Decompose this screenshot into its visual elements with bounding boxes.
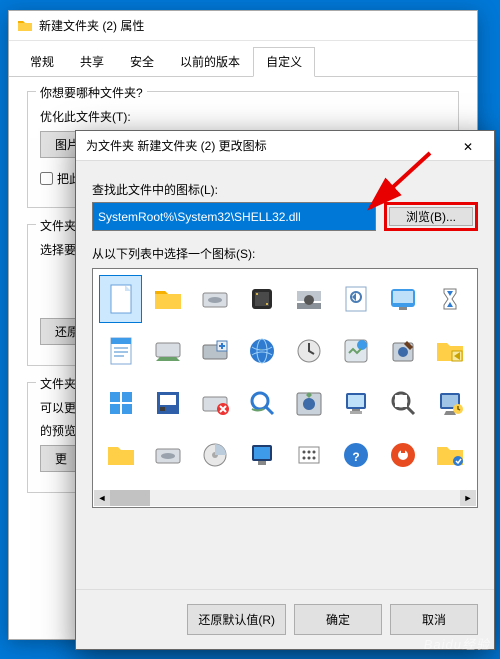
svg-text:?: ? [352, 450, 359, 464]
icon-item[interactable] [146, 379, 189, 427]
icon-item[interactable] [193, 431, 236, 479]
properties-title: 新建文件夹 (2) 属性 [39, 17, 144, 34]
icon-item[interactable] [99, 431, 142, 479]
folder-icon [17, 18, 33, 34]
icon-item[interactable] [99, 327, 142, 375]
icon-item[interactable] [146, 327, 189, 375]
optimize-label: 优化此文件夹(T): [40, 108, 446, 125]
cancel-button[interactable]: 取消 [390, 604, 478, 635]
select-icon-label: 从以下列表中选择一个图标(S): [92, 245, 478, 262]
icon-list[interactable]: ? ◄ ► [92, 268, 478, 508]
properties-tabs: 常规 共享 安全 以前的版本 自定义 [9, 41, 477, 77]
icon-item[interactable] [240, 379, 283, 427]
icon-item[interactable] [193, 275, 236, 323]
icon-item[interactable] [99, 379, 142, 427]
dialog-titlebar[interactable]: 为文件夹 新建文件夹 (2) 更改图标 ✕ [76, 131, 494, 161]
icon-item[interactable] [146, 431, 189, 479]
dialog-title: 为文件夹 新建文件夹 (2) 更改图标 [86, 137, 448, 154]
icon-item[interactable] [99, 275, 142, 323]
change-icon-dialog: 为文件夹 新建文件夹 (2) 更改图标 ✕ 查找此文件中的图标(L): 浏览(B… [75, 130, 495, 650]
icon-path-input[interactable] [92, 202, 376, 231]
icon-item[interactable] [193, 379, 236, 427]
icon-item[interactable] [381, 327, 424, 375]
icon-item[interactable] [334, 275, 377, 323]
scroll-thumb[interactable] [110, 490, 150, 506]
tab-sharing[interactable]: 共享 [67, 47, 117, 76]
icon-item[interactable] [381, 431, 424, 479]
restore-defaults-button[interactable]: 还原默认值(R) [187, 604, 286, 635]
dialog-body: 查找此文件中的图标(L): 浏览(B)... 从以下列表中选择一个图标(S): [76, 161, 494, 522]
ok-button[interactable]: 确定 [294, 604, 382, 635]
icon-item[interactable] [428, 275, 471, 323]
icon-item[interactable] [428, 379, 471, 427]
icon-item[interactable] [287, 379, 330, 427]
tab-customize[interactable]: 自定义 [253, 47, 315, 77]
checkbox-icon[interactable] [40, 172, 53, 185]
icon-item[interactable] [381, 379, 424, 427]
icon-item[interactable]: ? [334, 431, 377, 479]
icon-item[interactable] [193, 327, 236, 375]
horizontal-scrollbar[interactable]: ◄ ► [94, 490, 476, 506]
icon-item[interactable] [240, 275, 283, 323]
look-in-label: 查找此文件中的图标(L): [92, 181, 478, 198]
icon-item[interactable] [428, 327, 471, 375]
scroll-left-icon[interactable]: ◄ [94, 490, 110, 506]
tab-security[interactable]: 安全 [117, 47, 167, 76]
icon-item[interactable] [287, 431, 330, 479]
icon-item[interactable] [240, 327, 283, 375]
tab-general[interactable]: 常规 [17, 47, 67, 76]
icon-grid: ? [99, 275, 471, 479]
icon-item[interactable] [428, 431, 471, 479]
close-icon: ✕ [463, 140, 473, 154]
tab-previous[interactable]: 以前的版本 [167, 47, 253, 76]
browse-button[interactable]: 浏览(B)... [389, 207, 473, 226]
browse-highlight: 浏览(B)... [384, 202, 478, 231]
icon-item[interactable] [240, 431, 283, 479]
icon-item[interactable] [334, 379, 377, 427]
properties-titlebar[interactable]: 新建文件夹 (2) 属性 [9, 11, 477, 41]
icon-item[interactable] [146, 275, 189, 323]
scroll-track[interactable] [110, 490, 460, 506]
icon-item[interactable] [334, 327, 377, 375]
group-title: 你想要哪种文件夹? [36, 84, 147, 101]
close-button[interactable]: ✕ [448, 132, 488, 160]
watermark: Baidu经验 [424, 634, 490, 653]
icon-item[interactable] [381, 275, 424, 323]
icon-item[interactable] [287, 327, 330, 375]
icon-item[interactable] [287, 275, 330, 323]
scroll-right-icon[interactable]: ► [460, 490, 476, 506]
